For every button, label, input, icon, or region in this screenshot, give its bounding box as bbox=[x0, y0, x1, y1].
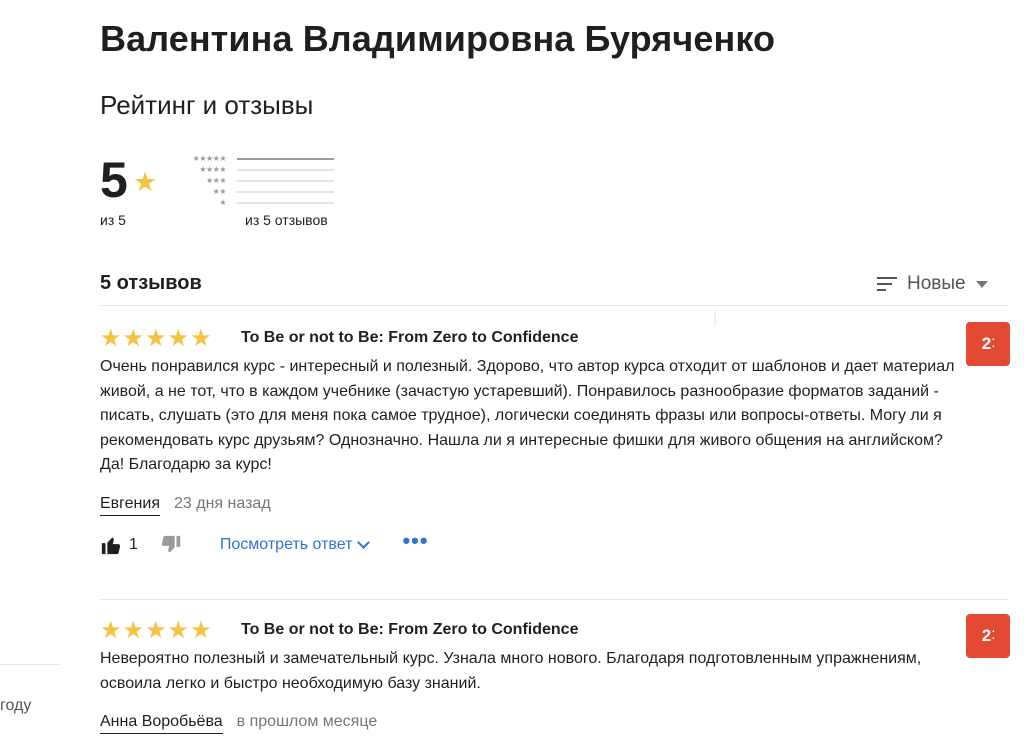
chevron-down-icon bbox=[357, 536, 371, 549]
distribution-bar bbox=[237, 202, 334, 204]
divider bbox=[100, 599, 1008, 600]
distribution-stars-label: ★★★ bbox=[205, 176, 227, 185]
divider bbox=[100, 305, 1008, 306]
review-card: ★★★★★ To Be or not to Be: From Zero to C… bbox=[100, 322, 1010, 567]
distribution-row-1: ★ bbox=[178, 197, 338, 208]
reviews-count: 5 отзывов bbox=[100, 272, 202, 294]
rating-star-icon: ★ bbox=[133, 167, 158, 197]
review-stars: ★★★★★ bbox=[100, 325, 213, 352]
teacher-name: Валентина Владимировна Буряченко bbox=[100, 18, 776, 59]
distribution-row-4: ★★★★ bbox=[178, 164, 338, 175]
course-badge-number: 2 bbox=[981, 334, 992, 353]
review-meta: Евгения 23 дня назад bbox=[100, 495, 271, 516]
course-badge-icon[interactable]: 2 ▪ ▪ bbox=[966, 614, 1010, 658]
review-date: 23 дня назад bbox=[174, 495, 271, 512]
distribution-bar bbox=[237, 169, 334, 171]
caret-down-icon bbox=[975, 280, 988, 288]
view-reply-button[interactable]: Посмотреть ответ bbox=[219, 536, 371, 554]
distribution-row-5: ★★★★★ bbox=[178, 153, 338, 164]
left-panel-divider bbox=[0, 664, 60, 665]
review-course-title[interactable]: To Be or not to Be: From Zero to Confide… bbox=[241, 329, 578, 347]
average-rating: 5 bbox=[100, 152, 128, 208]
review-stars: ★★★★★ bbox=[100, 617, 213, 644]
rating-scale-caption: из 5 bbox=[100, 212, 126, 228]
sort-lines-icon bbox=[877, 277, 897, 291]
distribution-fill bbox=[237, 158, 334, 160]
distribution-stars-label: ★★★★★ bbox=[192, 154, 227, 163]
thumbs-up-icon[interactable] bbox=[100, 534, 122, 556]
course-badge-number: 2 bbox=[981, 626, 992, 645]
rating-section-title: Рейтинг и отзывы bbox=[100, 90, 314, 120]
course-badge-icon[interactable]: 2 ▪ ▪ bbox=[966, 322, 1010, 366]
course-badge-mark: ▪ ▪ bbox=[992, 629, 995, 642]
review-card: ★★★★★ To Be or not to Be: From Zero to C… bbox=[100, 614, 1010, 737]
distribution-stars-label: ★★ bbox=[212, 187, 227, 196]
distribution-bar bbox=[237, 191, 334, 193]
divider bbox=[714, 310, 716, 326]
thumbs-down-icon[interactable] bbox=[160, 534, 182, 556]
review-text: Очень понравился курс - интересный и пол… bbox=[100, 358, 955, 473]
distribution-caption: из 5 отзывов bbox=[245, 212, 328, 228]
distribution-row-2: ★★ bbox=[178, 186, 338, 197]
like-count: 1 bbox=[129, 536, 138, 553]
review-meta: Анна Воробьёва в прошлом месяце bbox=[100, 713, 377, 734]
course-badge-mark: ▪ ▪ bbox=[992, 337, 995, 350]
more-options-icon[interactable]: ••• bbox=[402, 530, 428, 552]
left-panel-text: году bbox=[0, 697, 32, 714]
review-date: в прошлом месяце bbox=[236, 713, 378, 730]
distribution-stars-label: ★ bbox=[219, 198, 226, 207]
view-reply-label: Посмотреть ответ bbox=[219, 536, 353, 553]
distribution-bar bbox=[237, 158, 334, 160]
distribution-row-3: ★★★ bbox=[178, 175, 338, 186]
review-course-title[interactable]: To Be or not to Be: From Zero to Confide… bbox=[241, 621, 578, 639]
review-author[interactable]: Анна Воробьёва bbox=[100, 713, 223, 734]
review-text: Невероятно полезный и замечательный курс… bbox=[100, 650, 922, 692]
sort-dropdown[interactable]: Новые bbox=[877, 272, 988, 296]
sort-label: Новые bbox=[907, 273, 966, 294]
review-author[interactable]: Евгения bbox=[100, 495, 160, 516]
review-actions: 1 Посмотреть ответ ••• bbox=[100, 530, 429, 556]
distribution-stars-label: ★★★★ bbox=[199, 165, 226, 174]
distribution-bar bbox=[237, 180, 334, 182]
